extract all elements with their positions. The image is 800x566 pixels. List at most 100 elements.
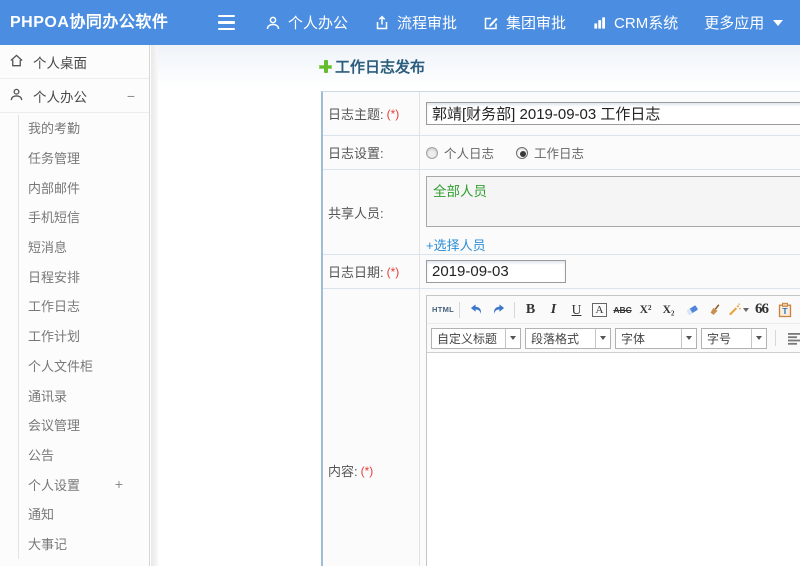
share-people-box[interactable]: 全部人员 — [426, 176, 800, 227]
sidebar-item-internal-mail[interactable]: 内部邮件 — [0, 172, 149, 202]
user-icon — [265, 15, 281, 31]
required-mark: (*) — [386, 264, 400, 279]
sidebar-scrollbar[interactable] — [151, 45, 158, 566]
chevron-down-icon — [505, 328, 520, 348]
nav-crm-system[interactable]: CRM系统 — [592, 12, 678, 33]
subject-input[interactable] — [426, 102, 800, 125]
sidebar-item-work-log[interactable]: 工作日志 — [0, 291, 149, 321]
radio-work-log[interactable]: 工作日志 — [516, 143, 584, 162]
required-mark: (*) — [386, 106, 400, 121]
toolbar-separator — [514, 301, 516, 318]
paragraph-format-select[interactable]: 段落格式 — [525, 327, 611, 349]
svg-text:T: T — [782, 306, 788, 316]
chevron-down-icon — [681, 328, 696, 348]
editor-content-area[interactable] — [427, 353, 800, 566]
chevron-down-icon — [751, 328, 766, 348]
eraser-icon[interactable] — [681, 299, 702, 320]
form-row-date: 日志日期: (*) — [323, 255, 800, 289]
app-window: PHPOA协同办公软件 个人办公 流程审批 集团审批 CRM系统 更多应用 个人… — [0, 0, 800, 566]
sidebar: 个人桌面 个人办公 − 我的考勤 任务管理 内部邮件 手机短信 短消息 日程安排… — [0, 45, 150, 566]
app-title: PHPOA协同办公软件 — [10, 14, 169, 31]
subject-label-cell: 日志主题: (*) — [323, 92, 420, 135]
nav-more-apps[interactable]: 更多应用 — [704, 12, 784, 33]
strikethrough-button[interactable]: ABC — [612, 299, 633, 320]
required-mark: (*) — [360, 463, 374, 478]
html-source-button[interactable]: HTML — [432, 299, 454, 320]
top-navigation: 个人办公 流程审批 集团审批 CRM系统 更多应用 — [214, 0, 800, 45]
sidebar-item-tasks[interactable]: 任务管理 — [0, 143, 149, 173]
superscript-button[interactable]: X² — [635, 299, 656, 320]
sidebar-item-work-plan[interactable]: 工作计划 — [0, 321, 149, 351]
font-style-button[interactable]: A — [592, 302, 607, 317]
collapse-icon[interactable]: − — [127, 88, 135, 104]
nav-group-approval[interactable]: 集团审批 — [483, 12, 566, 33]
sidebar-item-announcements[interactable]: 公告 — [0, 440, 149, 470]
subject-label: 日志主题: — [328, 107, 384, 122]
form-row-share: 共享人员: 全部人员 +选择人员 — [323, 170, 800, 255]
main-content: 工作日志发布 日志主题: (*) 日志设置: — [158, 45, 800, 566]
font-size-select[interactable]: 字号 — [701, 327, 767, 349]
share-label: 共享人员: — [328, 205, 384, 221]
chevron-down-icon — [595, 328, 610, 348]
nav-label: 个人办公 — [288, 15, 349, 32]
toolbar-separator — [459, 301, 461, 318]
blockquote-button[interactable]: 66 — [751, 299, 772, 320]
sidebar-item-file-cabinet[interactable]: 个人文件柜 — [0, 351, 149, 381]
sidebar-item-personal-settings[interactable]: 个人设置 + — [0, 469, 149, 499]
topbar: PHPOA协同办公软件 个人办公 流程审批 集团审批 CRM系统 更多应用 — [0, 0, 800, 45]
content-header-band — [158, 45, 800, 87]
content-label-cell: 内容: (*) — [323, 289, 420, 566]
edit-icon — [483, 15, 499, 31]
font-family-select[interactable]: 字体 — [615, 327, 697, 349]
magic-wand-icon[interactable] — [727, 299, 750, 320]
form-row-content: 内容: (*) HTML B I U A ABC X² X₂ 66 T 自定义标… — [323, 289, 800, 566]
chart-icon — [592, 15, 607, 30]
share-label-cell: 共享人员: — [323, 170, 420, 254]
sidebar-item-attendance[interactable]: 我的考勤 — [0, 113, 149, 143]
custom-title-select[interactable]: 自定义标题 — [431, 327, 521, 349]
select-people-link[interactable]: +选择人员 — [426, 235, 486, 254]
nav-label: 集团审批 — [506, 15, 567, 32]
sidebar-item-major-events[interactable]: 大事记 — [0, 529, 149, 559]
sidebar-item-personal-office[interactable]: 个人办公 − — [0, 79, 149, 113]
form-row-subject: 日志主题: (*) — [323, 92, 800, 136]
nav-label: CRM系统 — [614, 15, 679, 32]
form-row-setting: 日志设置: 个人日志 工作日志 — [323, 136, 800, 170]
redo-icon[interactable] — [488, 299, 509, 320]
setting-label-cell: 日志设置: — [323, 136, 420, 169]
sidebar-item-label: 个人办公 — [33, 89, 87, 105]
caret-down-icon — [773, 19, 784, 26]
subscript-button[interactable]: X₂ — [658, 299, 679, 320]
align-left-icon[interactable] — [784, 328, 800, 349]
nav-personal-office[interactable]: 个人办公 — [265, 12, 348, 33]
sidebar-submenu: 我的考勤 任务管理 内部邮件 手机短信 短消息 日程安排 工作日志 工作计划 个… — [0, 113, 149, 559]
bold-button[interactable]: B — [520, 299, 541, 320]
sidebar-item-meetings[interactable]: 会议管理 — [0, 410, 149, 440]
log-type-radio-group: 个人日志 工作日志 — [426, 143, 584, 162]
sidebar-item-label: 个人桌面 — [33, 55, 87, 71]
caret-down-icon — [743, 307, 750, 312]
expand-icon[interactable]: + — [115, 476, 123, 492]
sidebar-item-notifications[interactable]: 通知 — [0, 499, 149, 529]
content-label: 内容: — [328, 464, 358, 479]
sidebar-item-schedule[interactable]: 日程安排 — [0, 261, 149, 291]
page-title: 工作日志发布 — [335, 59, 426, 76]
toolbar-separator — [775, 330, 776, 346]
radio-personal-log[interactable]: 个人日志 — [426, 143, 494, 162]
italic-button[interactable]: I — [543, 299, 564, 320]
sidebar-item-contacts[interactable]: 通讯录 — [0, 380, 149, 410]
nav-process-approval[interactable]: 流程审批 — [374, 12, 457, 33]
format-brush-icon[interactable] — [704, 299, 725, 320]
user-icon — [9, 87, 24, 105]
paste-text-icon[interactable]: T — [774, 299, 795, 320]
work-log-form: 日志主题: (*) 日志设置: 个人日志 — [321, 91, 800, 566]
plus-icon — [319, 60, 332, 73]
menu-icon[interactable] — [214, 11, 239, 35]
underline-button[interactable]: U — [566, 299, 587, 320]
rich-text-editor: HTML B I U A ABC X² X₂ 66 T 自定义标题 段落格式 字… — [426, 295, 800, 566]
date-input[interactable] — [426, 260, 566, 283]
sidebar-item-sms[interactable]: 手机短信 — [0, 202, 149, 232]
undo-icon[interactable] — [465, 299, 486, 320]
sidebar-item-short-message[interactable]: 短消息 — [0, 232, 149, 262]
sidebar-item-desktop[interactable]: 个人桌面 — [0, 45, 149, 79]
